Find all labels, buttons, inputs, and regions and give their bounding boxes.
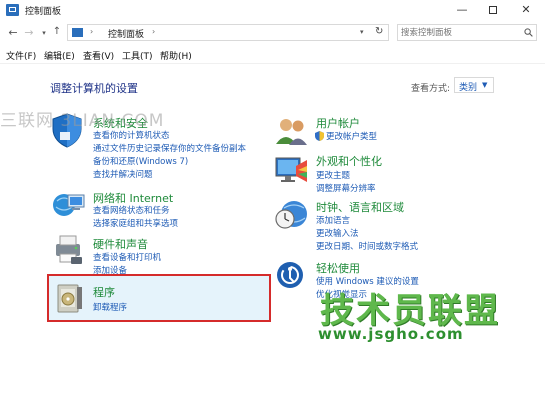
category-user-accounts[interactable]: 用户帐户 <box>316 115 360 131</box>
chevron-down-icon: ▼ <box>482 81 488 89</box>
menu-bar: 文件(F) 编辑(E) 查看(V) 工具(T) 帮助(H) <box>0 47 545 63</box>
maximize-button[interactable] <box>478 0 508 20</box>
category-clock-language-region[interactable]: 时钟、语言和区域 <box>316 199 404 215</box>
link-add-device[interactable]: 添加设备 <box>93 264 127 276</box>
ease-of-access-icon <box>277 262 303 288</box>
link-file-history[interactable]: 通过文件历史记录保存你的文件备份副本 <box>93 142 246 154</box>
link-troubleshoot[interactable]: 查找并解决问题 <box>93 168 153 180</box>
up-arrow-icon[interactable]: ↑ <box>50 26 64 37</box>
menu-help[interactable]: 帮助(H) <box>160 49 192 62</box>
user-accounts-icon <box>276 119 307 145</box>
view-by-value: 类别 <box>459 83 478 93</box>
close-button[interactable]: ✕ <box>511 0 541 20</box>
address-bar[interactable]: › 控制面板 › ▾ ↻ <box>67 24 389 41</box>
appearance-icon <box>275 157 307 182</box>
search-icon[interactable] <box>524 28 533 37</box>
back-arrow-icon[interactable]: ← <box>6 26 20 39</box>
menu-edit[interactable]: 编辑(E) <box>44 49 75 62</box>
link-change-date-time-format[interactable]: 更改日期、时间或数字格式 <box>316 240 418 252</box>
navigation-bar: ← → ▾ ↑ › 控制面板 › ▾ ↻ <box>0 22 545 44</box>
breadcrumb-control-panel[interactable]: 控制面板 <box>108 27 144 40</box>
link-backup-restore[interactable]: 备份和还原(Windows 7) <box>93 155 188 167</box>
minimize-button[interactable]: — <box>447 0 477 20</box>
forward-arrow-icon[interactable]: → <box>22 26 36 39</box>
link-screen-resolution[interactable]: 调整屏幕分辨率 <box>316 182 376 194</box>
link-devices-printers[interactable]: 查看设备和打印机 <box>93 251 161 263</box>
refresh-icon[interactable]: ↻ <box>375 26 383 37</box>
watermark-url: www.jsgho.com <box>318 325 464 343</box>
menu-view[interactable]: 查看(V) <box>83 49 114 62</box>
search-input[interactable] <box>401 26 519 39</box>
window-title: 控制面板 <box>25 7 62 17</box>
category-programs[interactable]: 程序 <box>93 284 115 300</box>
network-globe-icon <box>53 194 85 216</box>
search-box[interactable] <box>397 24 537 41</box>
printer-icon <box>56 235 82 264</box>
maximize-icon <box>489 6 497 14</box>
path-separator-icon[interactable]: › <box>90 27 93 36</box>
view-by-dropdown[interactable]: 类别 ▼ <box>454 77 494 93</box>
menu-file[interactable]: 文件(F) <box>6 49 36 62</box>
control-panel-small-icon <box>72 28 83 37</box>
recent-locations-chevron-icon[interactable]: ▾ <box>37 29 51 37</box>
control-panel-icon <box>6 4 19 16</box>
link-change-theme[interactable]: 更改主题 <box>316 169 350 181</box>
link-add-language[interactable]: 添加语言 <box>316 214 350 226</box>
uac-shield-icon <box>315 131 324 141</box>
page-title: 调整计算机的设置 <box>50 82 138 95</box>
address-dropdown-chevron-icon[interactable]: ▾ <box>360 28 364 36</box>
clock-globe-icon <box>275 201 307 229</box>
programs-icon <box>57 284 82 313</box>
view-by-label: 查看方式: <box>411 84 451 94</box>
menu-tools[interactable]: 工具(T) <box>122 49 153 62</box>
category-ease-of-access[interactable]: 轻松使用 <box>316 260 360 276</box>
category-hardware-sound[interactable]: 硬件和声音 <box>93 236 148 252</box>
title-bar: 控制面板 — ✕ <box>0 0 545 22</box>
link-change-input-method[interactable]: 更改输入法 <box>316 227 359 239</box>
link-network-status[interactable]: 查看网络状态和任务 <box>93 204 170 216</box>
link-homegroup[interactable]: 选择家庭组和共享选项 <box>93 217 178 229</box>
watermark-3lian: 三联网 3LIAN.COM <box>0 111 165 131</box>
link-uninstall-program[interactable]: 卸载程序 <box>93 301 127 313</box>
category-appearance[interactable]: 外观和个性化 <box>316 153 382 169</box>
breadcrumb-chevron-icon[interactable]: › <box>152 27 155 36</box>
link-change-account-type[interactable]: 更改帐户类型 <box>326 130 377 142</box>
